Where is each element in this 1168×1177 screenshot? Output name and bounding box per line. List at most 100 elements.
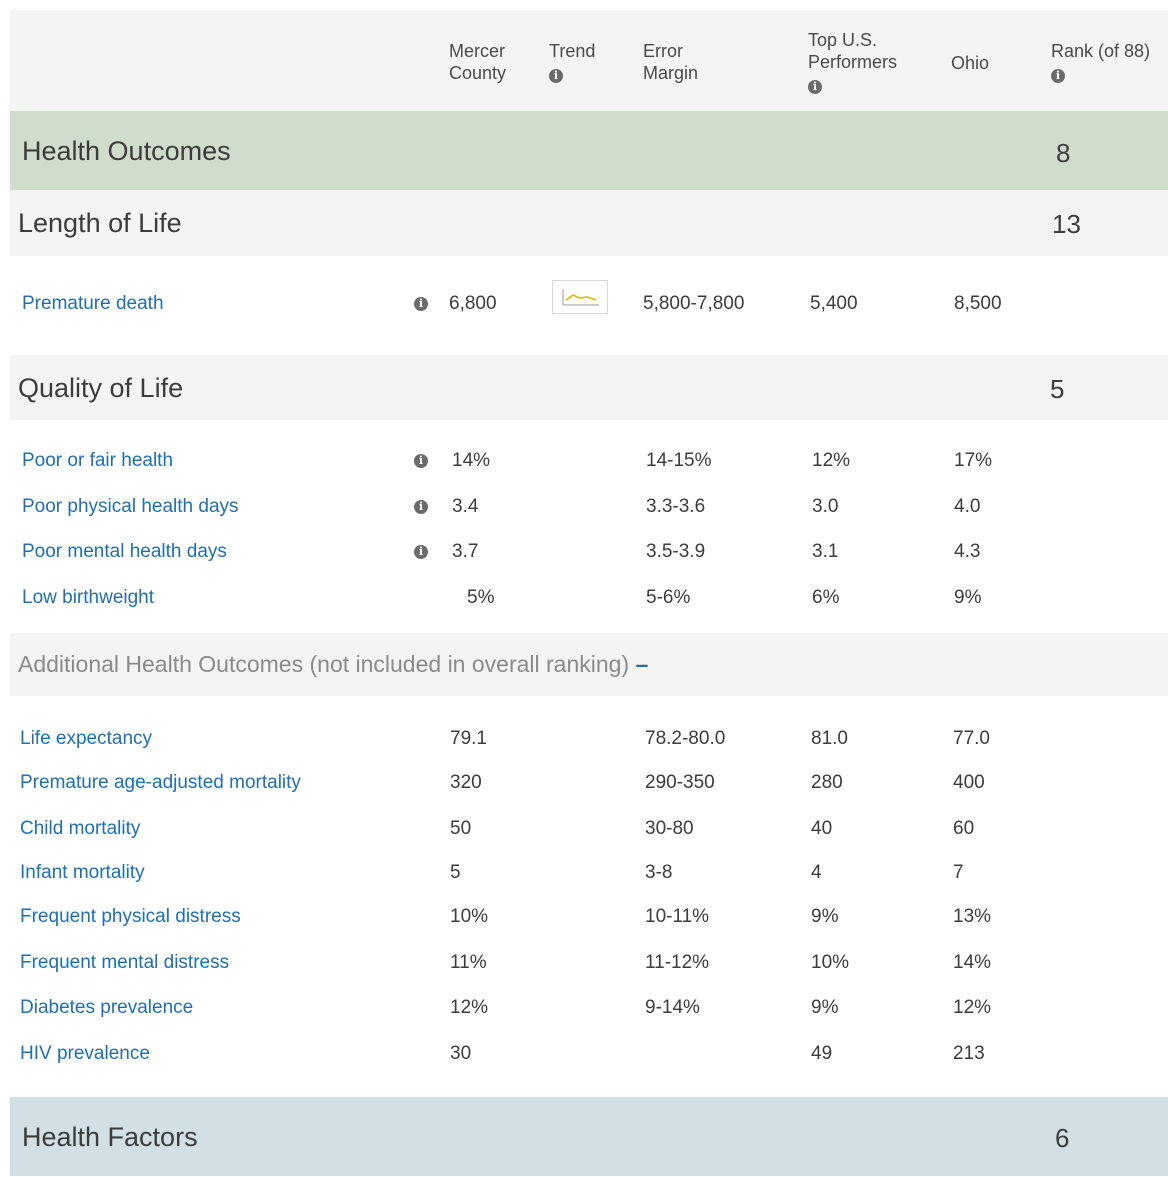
top-performers-value: 3.0 [812, 496, 839, 517]
measure-link[interactable]: Low birthweight [22, 587, 154, 609]
health-factors-title: Health Factors [22, 1122, 198, 1152]
county-value: 3.4 [452, 496, 479, 517]
county-value: 6,800 [449, 293, 497, 314]
measure-link[interactable]: Infant mortality [20, 862, 145, 884]
state-value: 13% [953, 906, 992, 927]
measure-link[interactable]: HIV prevalence [20, 1043, 150, 1065]
trend-chart-button[interactable] [552, 280, 608, 314]
rank-info-icon[interactable]: i [1051, 69, 1065, 83]
table-row: Infant mortality 5 3-8 4 7 [0, 862, 1168, 892]
county-value: 320 [450, 772, 482, 793]
table-row: HIV prevalence 30 49 213 [0, 1043, 1168, 1073]
measure-info-icon[interactable]: i [414, 545, 428, 559]
top-performers-value: 9% [811, 997, 839, 1018]
health-outcomes-rank: 8 [1056, 138, 1071, 168]
top-performers-value: 6% [812, 587, 840, 608]
error-margin-value: 11-12% [645, 952, 710, 973]
county-value: 14% [452, 450, 491, 471]
county-value: 5% [467, 587, 495, 608]
length-of-life-title: Length of Life [18, 208, 182, 238]
error-margin-value: 3-8 [645, 862, 673, 883]
table-row: Poor or fair health i 14% 14-15% 12% 17% [0, 450, 1168, 480]
state-value: 60 [953, 818, 975, 839]
table-row: Diabetes prevalence 12% 9-14% 9% 12% [0, 997, 1168, 1027]
measure-link[interactable]: Child mortality [20, 818, 140, 840]
measure-info-icon[interactable]: i [414, 297, 428, 311]
measure-info-icon[interactable]: i [414, 454, 428, 468]
measure-link[interactable]: Poor mental health days [22, 541, 227, 563]
state-value: 14% [953, 952, 992, 973]
measure-link[interactable]: Frequent physical distress [20, 906, 241, 928]
top-performers-value: 40 [811, 818, 833, 839]
county-value: 5 [450, 862, 461, 883]
table-row: Poor mental health days i 3.7 3.5-3.9 3.… [0, 541, 1168, 571]
top-performers-info-icon[interactable]: i [808, 80, 822, 94]
additional-outcomes-header: Additional Health Outcomes (not included… [18, 651, 648, 678]
state-value: 8,500 [954, 293, 1002, 314]
measure-link[interactable]: Poor physical health days [22, 496, 239, 518]
header-trend: Trend i [549, 41, 596, 83]
error-margin-value: 78.2-80.0 [645, 728, 726, 749]
county-value: 12% [450, 997, 489, 1018]
error-margin-value: 14-15% [646, 450, 712, 471]
top-performers-value: 49 [811, 1043, 833, 1064]
top-performers-value: 4 [811, 862, 822, 883]
state-value: 400 [953, 772, 985, 793]
error-margin-value: 5-6% [646, 587, 691, 608]
measure-link[interactable]: Premature death [22, 293, 164, 315]
top-performers-value: 81.0 [811, 728, 848, 749]
top-performers-value: 9% [811, 906, 839, 927]
top-performers-value: 280 [811, 772, 843, 793]
state-value: 12% [953, 997, 992, 1018]
header-top-performers: Top U.S. Performers i [808, 30, 898, 94]
health-factors-rank: 6 [1055, 1123, 1070, 1153]
error-margin-value: 290-350 [645, 772, 715, 793]
measure-link[interactable]: Diabetes prevalence [20, 997, 193, 1019]
length-of-life-rank: 13 [1052, 209, 1081, 239]
measure-link[interactable]: Poor or fair health [22, 450, 173, 472]
top-performers-value: 5,400 [810, 293, 858, 314]
additional-outcomes-title: Additional Health Outcomes (not included… [18, 651, 630, 677]
table-row: Frequent physical distress 10% 10-11% 9%… [0, 906, 1168, 936]
county-value: 30 [450, 1043, 472, 1064]
table-row: Premature death i 6,800 5,800-7,800 5,40… [0, 280, 1168, 323]
table-row: Life expectancy 79.1 78.2-80.0 81.0 77.0 [0, 728, 1168, 758]
state-value: 77.0 [953, 728, 990, 749]
state-value: 7 [953, 862, 964, 883]
state-value: 9% [954, 587, 982, 608]
state-value: 4.0 [954, 496, 981, 517]
quality-of-life-band: Quality of Life 5 [10, 355, 1168, 420]
header-rank: Rank (of 88) i [1051, 41, 1151, 83]
collapse-toggle-button[interactable]: – [636, 651, 649, 677]
quality-of-life-rank: 5 [1050, 374, 1065, 404]
county-value: 50 [450, 818, 472, 839]
county-value: 11% [450, 952, 487, 973]
trend-line-icon [562, 289, 599, 306]
error-margin-value: 3.3-3.6 [646, 496, 706, 517]
state-value: 213 [953, 1043, 985, 1064]
county-value: 79.1 [450, 728, 487, 749]
county-value: 3.7 [452, 541, 479, 562]
top-performers-value: 10% [811, 952, 850, 973]
table-row: Frequent mental distress 11% 11-12% 10% … [0, 952, 1168, 982]
state-value: 17% [954, 450, 993, 471]
error-margin-value: 9-14% [645, 997, 700, 1018]
table-row: Low birthweight 5% 5-6% 6% 9% [0, 587, 1168, 617]
length-of-life-band: Length of Life 13 [10, 190, 1168, 256]
measure-link[interactable]: Life expectancy [20, 728, 152, 750]
health-outcomes-title: Health Outcomes [22, 136, 231, 166]
trend-info-icon[interactable]: i [549, 69, 563, 83]
measure-info-icon[interactable]: i [414, 500, 428, 514]
table-row: Poor physical health days i 3.4 3.3-3.6 … [0, 496, 1168, 526]
table-row: Child mortality 50 30-80 40 60 [0, 818, 1168, 848]
table-row: Premature age-adjusted mortality 320 290… [0, 772, 1168, 802]
error-margin-value: 3.5-3.9 [646, 541, 706, 562]
top-performers-value: 3.1 [812, 541, 839, 562]
error-margin-value: 10-11% [645, 906, 710, 927]
header-error-margin: Error Margin [643, 41, 699, 83]
state-value: 4.3 [954, 541, 981, 562]
measure-link[interactable]: Premature age-adjusted mortality [20, 772, 301, 794]
measure-link[interactable]: Frequent mental distress [20, 952, 229, 974]
top-performers-value: 12% [812, 450, 851, 471]
quality-of-life-title: Quality of Life [18, 373, 184, 403]
